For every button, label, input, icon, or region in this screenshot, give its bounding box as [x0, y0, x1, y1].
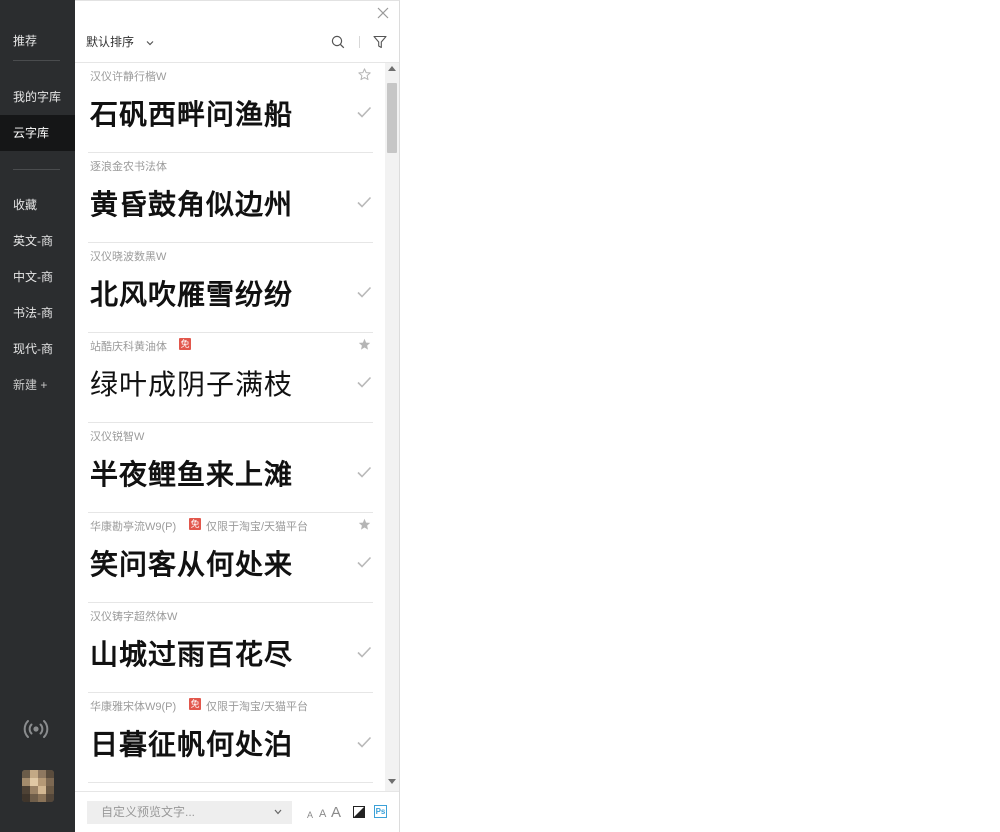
check-icon[interactable] — [356, 284, 372, 300]
font-preview: 绿叶成阴子满枝 — [90, 368, 294, 401]
sidebar-item-recommend[interactable]: 推荐 — [0, 23, 75, 59]
chevron-down-icon[interactable] — [274, 809, 282, 815]
sidebar-item-chinese-commercial[interactable]: 中文-商 — [0, 259, 75, 295]
sidebar-divider — [13, 60, 60, 61]
font-list-item[interactable]: 汉仪锐智W 半夜鲤鱼来上滩 — [75, 423, 385, 513]
check-icon[interactable] — [356, 374, 372, 390]
font-size-large-button[interactable]: A — [331, 805, 341, 820]
font-preview: 石矾西畔问渔船 — [90, 98, 294, 131]
sidebar-item-favorites[interactable]: 收藏 — [0, 187, 75, 223]
font-list-item[interactable]: 华康勘亭流W9(P) 免 仅限于淘宝/天猫平台 笑问客从何处来 — [75, 513, 385, 603]
font-preview: 日暮征帆何处泊 — [90, 728, 294, 761]
scroll-up-arrow-icon[interactable] — [388, 65, 396, 71]
font-list: 汉仪许静行楷W 石矾西畔问渔船 逐浪金农书法体 黄昏鼓角似边州 汉仪晓波数黑W … — [75, 63, 385, 791]
scrollbar[interactable] — [385, 63, 399, 791]
check-icon[interactable] — [356, 464, 372, 480]
font-panel: 默认排序 汉仪许静行楷W 石矾西畔问渔船 逐浪金农书法体 黄昏鼓角似边州 汉仪晓… — [75, 0, 400, 832]
font-name: 华康勘亭流W9(P) — [90, 521, 177, 533]
chevron-down-icon — [146, 40, 154, 46]
scrollbar-thumb[interactable] — [387, 83, 397, 153]
sidebar-item-modern-commercial[interactable]: 现代-商 — [0, 331, 75, 367]
star-filled-icon[interactable] — [358, 338, 371, 351]
preview-input-placeholder: 自定义预览文字... — [101, 805, 196, 819]
toolbar-divider — [359, 36, 360, 48]
font-name: 汉仪锐智W — [90, 431, 145, 443]
filter-icon[interactable] — [373, 35, 387, 49]
platform-restriction: 仅限于淘宝/天猫平台 — [206, 521, 309, 533]
free-badge: 免 — [179, 338, 191, 350]
font-preview: 笑问客从何处来 — [90, 548, 294, 581]
font-list-item[interactable]: 汉仪许静行楷W 石矾西畔问渔船 — [75, 63, 385, 153]
check-icon[interactable] — [356, 734, 372, 750]
sidebar-new-button[interactable]: 新建 + — [0, 367, 75, 403]
check-icon[interactable] — [356, 194, 372, 210]
contrast-icon[interactable] — [353, 806, 365, 818]
sidebar-item-cloud-library[interactable]: 云字库 — [0, 115, 75, 151]
font-size-medium-button[interactable]: A — [319, 809, 326, 820]
free-badge: 免 — [189, 518, 201, 530]
star-filled-icon[interactable] — [358, 518, 371, 531]
sidebar: 推荐 我的字库 云字库 收藏 英文-商 中文-商 书法-商 现代-商 新建 + — [0, 0, 75, 832]
font-name: 汉仪许静行楷W — [90, 71, 167, 83]
font-list-item[interactable]: 站酷庆科黄油体 免 绿叶成阴子满枝 — [75, 333, 385, 423]
app-window: 推荐 我的字库 云字库 收藏 英文-商 中文-商 书法-商 现代-商 新建 + — [0, 0, 1000, 832]
font-size-small-button[interactable]: A — [307, 811, 313, 820]
sort-dropdown[interactable]: 默认排序 — [86, 33, 155, 51]
font-preview: 北风吹雁雪纷纷 — [90, 278, 294, 311]
close-icon[interactable] — [376, 6, 390, 20]
font-preview: 半夜鲤鱼来上滩 — [90, 458, 294, 491]
font-name: 华康雅宋体W9(P) — [90, 701, 177, 713]
platform-restriction: 仅限于淘宝/天猫平台 — [206, 701, 309, 713]
sidebar-divider — [13, 169, 60, 170]
free-badge: 免 — [189, 698, 201, 710]
custom-preview-text-input[interactable]: 自定义预览文字... — [87, 801, 292, 824]
preview-toolbar: 自定义预览文字... A A A Ps — [75, 791, 399, 832]
font-name: 逐浪金农书法体 — [90, 161, 167, 173]
font-name: 汉仪晓波数黑W — [90, 251, 167, 263]
star-icon[interactable] — [358, 68, 371, 81]
sort-label: 默认排序 — [86, 35, 135, 49]
radio-broadcast-icon[interactable] — [21, 714, 51, 744]
sidebar-item-my-library[interactable]: 我的字库 — [0, 79, 75, 115]
avatar[interactable] — [22, 770, 54, 802]
font-name: 站酷庆科黄油体 — [90, 341, 167, 353]
font-preview: 黄昏鼓角似边州 — [90, 188, 294, 221]
font-list-item[interactable]: 汉仪晓波数黑W 北风吹雁雪纷纷 — [75, 243, 385, 333]
font-list-item[interactable]: 逐浪金农书法体 黄昏鼓角似边州 — [75, 153, 385, 243]
scroll-down-arrow-icon[interactable] — [388, 779, 396, 785]
check-icon[interactable] — [356, 554, 372, 570]
sidebar-item-english-commercial[interactable]: 英文-商 — [0, 223, 75, 259]
item-separator — [88, 782, 373, 783]
font-list-item[interactable]: 汉仪铸字超然体W 山城过雨百花尽 — [75, 603, 385, 693]
check-icon[interactable] — [356, 104, 372, 120]
font-preview: 山城过雨百花尽 — [90, 638, 294, 671]
check-icon[interactable] — [356, 644, 372, 660]
sidebar-item-calligraphy-commercial[interactable]: 书法-商 — [0, 295, 75, 331]
ps-icon[interactable]: Ps — [374, 805, 387, 818]
search-icon[interactable] — [331, 35, 345, 49]
font-list-item[interactable]: 华康雅宋体W9(P) 免 仅限于淘宝/天猫平台 日暮征帆何处泊 — [75, 693, 385, 783]
font-name: 汉仪铸字超然体W — [90, 611, 178, 623]
